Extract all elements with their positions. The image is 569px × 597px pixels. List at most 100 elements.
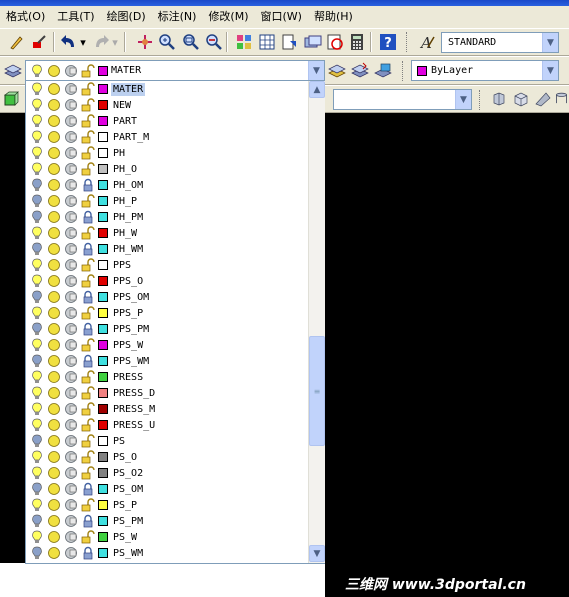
viewport-freeze-icon[interactable] [64,338,78,352]
layer-list-item[interactable]: PRESS_U [26,417,308,433]
layer-color-swatch[interactable] [98,372,108,382]
layer-locked-icon[interactable] [81,290,95,304]
layer-previous-icon[interactable] [349,60,371,82]
layer-thaw-icon[interactable] [47,370,61,384]
layer-list-item[interactable]: PPS_WM [26,353,308,369]
layer-off-icon[interactable] [30,546,44,560]
layer-unlocked-icon[interactable] [81,402,95,416]
layer-list-item[interactable]: PH_O [26,161,308,177]
viewport-freeze-icon[interactable] [64,386,78,400]
layer-on-icon[interactable] [30,130,44,144]
layer-thaw-icon[interactable] [47,498,61,512]
layer-manager-icon[interactable] [2,60,24,82]
layer-off-icon[interactable] [30,434,44,448]
layer-color-swatch[interactable] [98,228,108,238]
viewport-freeze-icon[interactable] [64,98,78,112]
layer-on-icon[interactable] [30,498,44,512]
layer-color-swatch[interactable] [98,500,108,510]
layer-color-swatch[interactable] [98,100,108,110]
viewport-freeze-icon[interactable] [64,354,78,368]
zoom-previous-icon[interactable] [203,31,225,53]
layer-list-item[interactable]: PS_W [26,529,308,545]
layer-color-swatch[interactable] [98,484,108,494]
viewport-freeze-icon[interactable] [64,162,78,176]
layer-unlocked-icon[interactable] [81,338,95,352]
match-properties-icon[interactable] [28,31,50,53]
layer-thaw-icon[interactable] [47,386,61,400]
viewport-freeze-icon[interactable] [64,418,78,432]
viewport-freeze-icon[interactable] [64,466,78,480]
layer-color-swatch[interactable] [98,404,108,414]
layer-on-icon[interactable] [30,450,44,464]
layer-on-icon[interactable] [30,418,44,432]
layer-on-icon[interactable] [30,530,44,544]
layer-thaw-icon[interactable] [47,82,61,96]
layer-list-item[interactable]: PRESS [26,369,308,385]
layer-color-swatch[interactable] [98,212,108,222]
layer-thaw-icon[interactable] [47,178,61,192]
layer-unlocked-icon[interactable] [81,194,95,208]
cylinder-icon[interactable] [554,88,569,110]
layer-thaw-icon[interactable] [47,434,61,448]
layer-list-item[interactable]: PH_OM [26,177,308,193]
layer-color-swatch[interactable] [98,340,108,350]
scroll-thumb[interactable]: ≡ [309,336,325,446]
layer-unlocked-icon[interactable] [81,306,95,320]
layer-thaw-icon[interactable] [47,418,61,432]
zoom-window-icon[interactable] [180,31,202,53]
layer-thaw-icon[interactable] [47,130,61,144]
layer-on-icon[interactable] [30,370,44,384]
layer-off-icon[interactable] [30,322,44,336]
toolbar-grip[interactable] [402,61,405,81]
layer-color-swatch[interactable] [98,516,108,526]
layer-list-item[interactable]: PPS_W [26,337,308,353]
layer-thaw-icon[interactable] [47,546,61,560]
layer-color-swatch[interactable] [98,276,108,286]
layer-unlocked-icon[interactable] [81,258,95,272]
layer-unlocked-icon[interactable] [81,130,95,144]
layer-unlocked-icon[interactable] [81,146,95,160]
layer-locked-icon[interactable] [81,514,95,528]
menu-item[interactable]: 帮助(H) [308,6,359,28]
layer-color-swatch[interactable] [98,84,108,94]
layer-thaw-icon[interactable] [47,338,61,352]
menu-item[interactable]: 标注(N) [152,6,203,28]
text-style-icon[interactable]: A [416,31,438,53]
viewport-freeze-icon[interactable] [64,114,78,128]
layer-color-swatch[interactable] [98,164,108,174]
scroll-up-icon[interactable]: ▲ [309,81,325,98]
layer-thaw-icon[interactable] [47,530,61,544]
layer-list-item[interactable]: PRESS_M [26,401,308,417]
layer-on-icon[interactable] [30,306,44,320]
redo-icon[interactable] [90,31,112,53]
layer-list-item[interactable]: PART_M [26,129,308,145]
layer-list-item[interactable]: NEW [26,97,308,113]
layer-list-item[interactable]: PS_PM [26,513,308,529]
layer-on-icon[interactable] [30,98,44,112]
layer-thaw-icon[interactable] [47,162,61,176]
box-icon[interactable] [510,88,532,110]
pan-realtime-icon[interactable] [134,31,156,53]
layer-unlocked-icon[interactable] [81,418,95,432]
layer-on-icon[interactable] [30,114,44,128]
viewport-freeze-icon[interactable] [64,274,78,288]
layer-unlocked-icon[interactable] [81,498,95,512]
layer-color-swatch[interactable] [98,132,108,142]
layer-on-icon[interactable] [30,402,44,416]
toolbar-grip[interactable] [479,90,482,110]
layer-thaw-icon[interactable] [47,306,61,320]
layer-thaw-icon[interactable] [47,322,61,336]
layer-color-swatch[interactable] [98,356,108,366]
layer-thaw-icon[interactable] [47,146,61,160]
layer-list-item[interactable]: PS_O2 [26,465,308,481]
viewport-freeze-icon[interactable] [64,322,78,336]
layer-list-item[interactable]: PS_WM [26,545,308,561]
layer-list-item[interactable]: PPS [26,257,308,273]
menu-item[interactable]: 工具(T) [51,6,100,28]
layer-color-swatch[interactable] [98,260,108,270]
layer-list-item[interactable]: PPS_OM [26,289,308,305]
layer-list-item[interactable]: PH_W [26,225,308,241]
layer-off-icon[interactable] [30,178,44,192]
viewport-freeze-icon[interactable] [64,178,78,192]
layer-thaw-icon[interactable] [47,450,61,464]
